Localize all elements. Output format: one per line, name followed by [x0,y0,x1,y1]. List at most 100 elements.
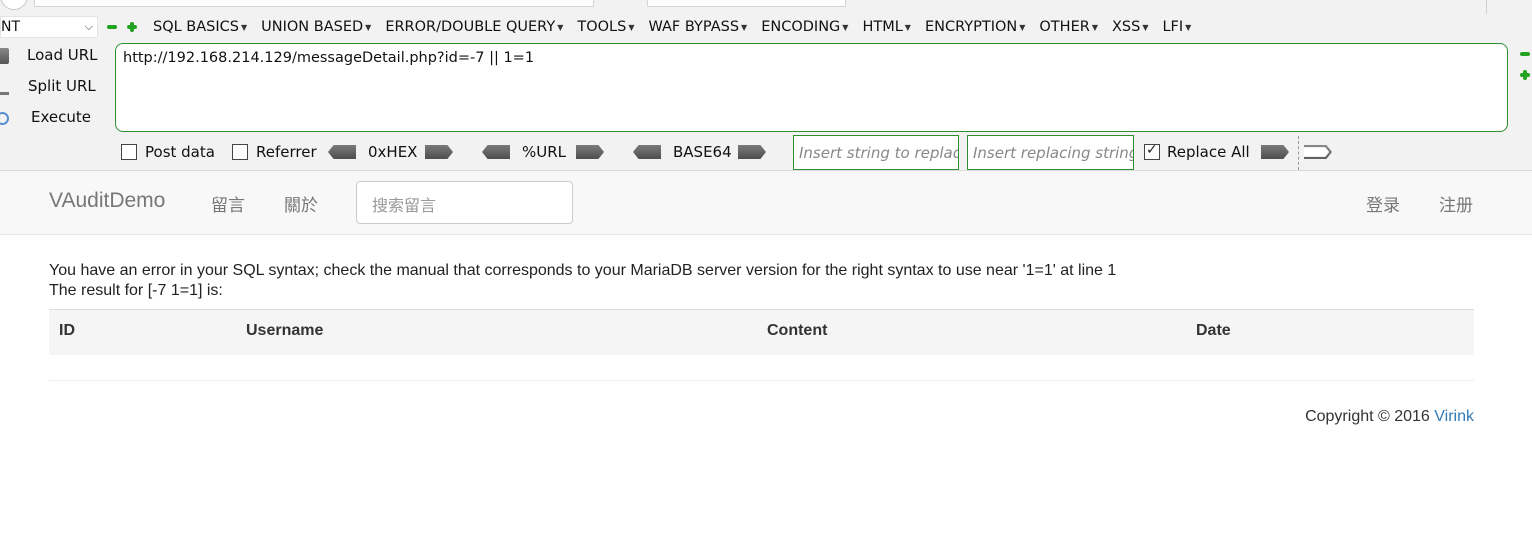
copyright-footer: Copyright © 2016 Virink [1305,408,1474,426]
column-header-date: Date [1196,322,1231,339]
load-url-icon [0,48,9,64]
menu-label: ENCRYPTION [924,19,1018,35]
options-row: Post data Referrer 0xHEX %URL BASE64 Ins… [0,135,1532,170]
column-header-id: ID [59,322,75,339]
site-brand[interactable]: VAuditDemo [49,189,165,213]
referrer-label: Referrer [256,143,317,161]
mode-select-value: NT [1,19,21,35]
replace-all-label: Replace All [1167,143,1250,161]
hex-label: 0xHEX [368,143,418,161]
caret-down-icon: ▼ [1185,22,1192,32]
site-navbar: VAuditDemo 留言 關於 搜索留言 登录 注册 [0,171,1532,235]
load-url-button[interactable]: Load URL [0,44,110,68]
hackbar-menu: SQL BASICS ▼ UNION BASED ▼ ERROR/DOUBLE QU… [153,17,1205,37]
url-decode-arrow-icon[interactable] [482,145,510,159]
copyright-author-link[interactable]: Virink [1434,408,1474,425]
footer-divider [49,380,1474,381]
column-header-content: Content [767,322,828,339]
caret-down-icon: ▼ [557,22,564,32]
caret-down-icon: ▼ [628,22,635,32]
hex-decode-arrow-icon[interactable] [328,145,356,159]
menu-label: OTHER [1039,19,1090,35]
results-table-header: ID Username Content Date [49,309,1474,355]
menu-label: SQL BASICS [153,19,239,35]
menu-error-double-query[interactable]: ERROR/DOUBLE QUERY ▼ [385,17,563,37]
menu-other[interactable]: OTHER ▼ [1039,17,1098,37]
load-url-label: Load URL [27,46,98,64]
post-data-checkbox[interactable] [121,144,137,160]
menu-tools[interactable]: TOOLS ▼ [577,17,634,37]
execute-icon [0,112,9,125]
result-heading: The result for [-7 1=1] is: [49,282,223,299]
replacing-string-placeholder: Insert replacing string [973,144,1134,162]
menu-label: UNION BASED [261,19,364,35]
login-link[interactable]: 登录 [1366,191,1400,216]
url-textarea[interactable]: http://192.168.214.129/messageDetail.php… [115,43,1508,132]
menu-html[interactable]: HTML ▼ [862,17,911,37]
menu-encryption[interactable]: ENCRYPTION ▼ [925,17,1025,37]
browser-back-button[interactable] [0,0,28,10]
caret-down-icon: ▼ [1091,22,1098,32]
hackbar-toolbar: NT ⌵ SQL BASICS ▼ UNION BASED ▼ ERROR/DOUB… [0,0,1532,171]
browser-search-strip[interactable] [647,0,846,7]
base64-label: BASE64 [673,143,732,161]
caret-down-icon: ▼ [741,22,748,32]
menu-union-based[interactable]: UNION BASED ▼ [261,17,371,37]
menu-label: HTML [862,19,903,35]
column-header-username: Username [246,322,324,339]
replacing-string-input[interactable]: Insert replacing string [967,135,1134,170]
menu-waf-bypass[interactable]: WAF BYPASS ▼ [648,17,747,37]
menu-label: WAF BYPASS [648,19,740,35]
caret-down-icon: ▼ [842,22,849,32]
url-text: http://192.168.214.129/messageDetail.php… [123,50,535,66]
split-url-button[interactable]: Split URL [0,75,110,99]
browser-top-strip [0,0,1532,14]
replace-reverse-arrow-icon[interactable] [1304,145,1332,159]
dashed-divider [1298,136,1299,170]
hex-encode-arrow-icon[interactable] [425,145,453,159]
caret-down-icon: ▼ [365,22,372,32]
replace-string-input[interactable]: Insert string to replace [793,135,959,170]
caret-down-icon: ▼ [1142,22,1149,32]
menu-lfi[interactable]: LFI ▼ [1162,17,1191,37]
sql-error-message: You have an error in your SQL syntax; ch… [49,262,1117,279]
menu-label: ENCODING [761,19,841,35]
menu-sql-basics[interactable]: SQL BASICS ▼ [153,17,247,37]
register-link[interactable]: 注册 [1439,191,1473,216]
search-input[interactable]: 搜索留言 [356,181,573,224]
caret-down-icon: ▼ [240,22,248,32]
menu-encoding[interactable]: ENCODING ▼ [761,17,848,37]
split-url-icon [0,79,9,95]
execute-label: Execute [31,108,91,126]
url-encode-arrow-icon[interactable] [576,145,604,159]
nav-messages[interactable]: 留言 [211,191,245,216]
mode-select[interactable]: NT ⌵ [0,16,98,38]
replace-arrow-icon[interactable] [1261,145,1289,159]
menu-label: TOOLS [577,19,627,35]
minus-icon[interactable] [1519,48,1531,60]
caret-down-icon: ▼ [1019,22,1026,32]
toolbar-divider [1486,0,1487,14]
menu-xss[interactable]: XSS ▼ [1112,17,1149,37]
copyright-text: Copyright © 2016 [1305,408,1435,425]
menu-label: ERROR/DOUBLE QUERY [385,19,556,35]
base64-decode-arrow-icon[interactable] [633,145,661,159]
nav-about[interactable]: 關於 [284,191,318,216]
main-content: You have an error in your SQL syntax; ch… [49,260,1474,425]
browser-address-strip[interactable] [34,0,594,7]
execute-button[interactable]: Execute [0,106,110,130]
post-data-label: Post data [145,143,215,161]
minus-icon[interactable] [106,21,118,33]
plus-icon[interactable] [1519,69,1531,81]
chevron-down-icon: ⌵ [84,20,93,33]
split-url-label: Split URL [28,77,96,95]
menu-label: XSS [1111,19,1141,35]
plus-icon[interactable] [126,21,138,33]
referrer-checkbox[interactable] [232,144,248,160]
menu-label: LFI [1162,19,1184,35]
search-placeholder: 搜索留言 [372,196,437,215]
replace-string-placeholder: Insert string to replace [799,144,959,162]
replace-all-checkbox[interactable] [1144,142,1160,160]
caret-down-icon: ▼ [904,22,911,32]
base64-encode-arrow-icon[interactable] [738,145,766,159]
